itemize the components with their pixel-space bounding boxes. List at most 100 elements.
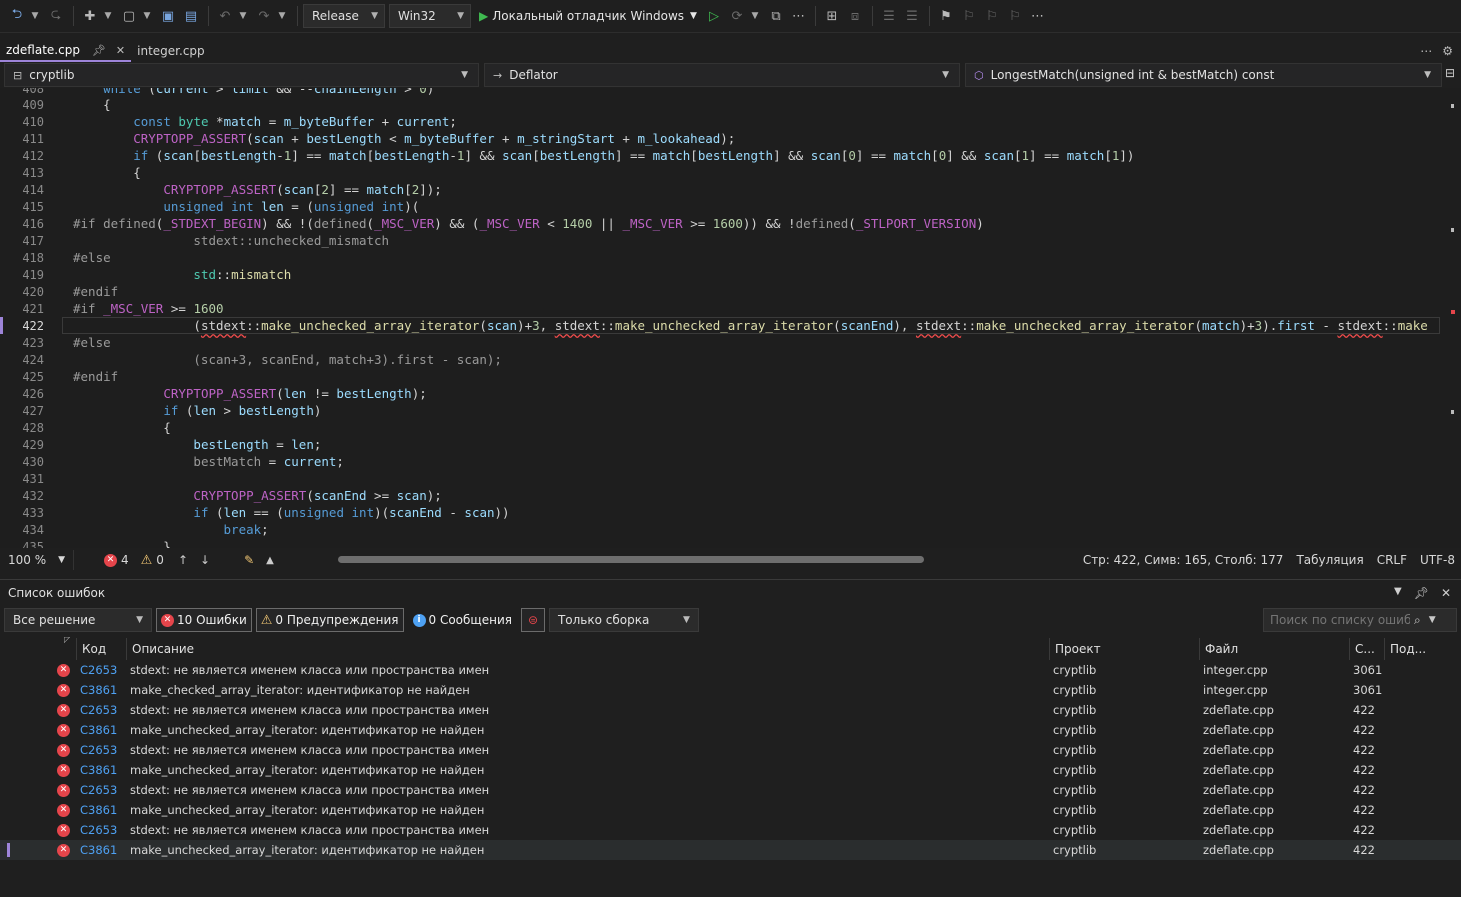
outdent-icon[interactable]: ☰ — [878, 5, 900, 27]
column-line[interactable]: С... — [1349, 638, 1375, 660]
table-row[interactable]: ✕ C3861 make_unchecked_array_iterator: и… — [0, 760, 1461, 780]
file-encoding[interactable]: UTF-8 — [1420, 553, 1455, 567]
navigate-back-icon[interactable]: ⮌ — [6, 5, 28, 27]
error-count[interactable]: ✕ 4 — [104, 553, 129, 567]
redo-dropdown[interactable]: ▼ — [276, 11, 288, 21]
split-editor-icon[interactable]: ⊟ — [1445, 66, 1455, 80]
open-file-icon[interactable]: ▢ — [118, 5, 140, 27]
configuration-select[interactable]: Release ▼ — [303, 4, 385, 28]
error-code-link[interactable]: C3861 — [80, 680, 117, 700]
hot-reload-dropdown[interactable]: ▼ — [749, 11, 761, 21]
error-search-input[interactable] — [1270, 613, 1410, 627]
table-row[interactable]: ✕ C2653 stdext: не является именем класс… — [0, 820, 1461, 840]
error-code-link[interactable]: C3861 — [80, 800, 117, 820]
start-without-debugging-icon[interactable]: ▷ — [703, 5, 725, 27]
find-icon[interactable]: ⊞ — [821, 5, 843, 27]
tab-overflow-icon[interactable]: ⋯ — [1420, 44, 1432, 58]
error-code-link[interactable]: C2653 — [80, 820, 117, 840]
build-filter-select[interactable]: Только сборка ▼ — [548, 608, 699, 632]
navigate-back-dropdown[interactable]: ▼ — [29, 11, 41, 21]
horizontal-scrollbar-thumb[interactable] — [338, 556, 924, 563]
start-debugging-button[interactable]: ▶ Локальный отладчик Windows ▼ — [479, 9, 697, 23]
tab-integer[interactable]: integer.cpp — [131, 40, 211, 62]
table-row[interactable]: ✕ C3861 make_unchecked_array_iterator: и… — [0, 720, 1461, 740]
warning-icon: ⚠ — [260, 612, 273, 628]
clear-bookmarks-icon[interactable]: ⚐ — [1004, 5, 1026, 27]
platform-select[interactable]: Win32 ▼ — [389, 4, 471, 28]
arrow-up-icon[interactable]: ↑ — [178, 553, 188, 567]
bookmark-icon[interactable]: ⚑ — [935, 5, 957, 27]
column-suppression[interactable]: Под... — [1384, 638, 1426, 660]
scope-filter-select[interactable]: Все решение ▼ — [4, 608, 152, 632]
warning-count[interactable]: ⚠ 0 — [141, 553, 164, 568]
new-project-dropdown[interactable]: ▼ — [102, 11, 114, 21]
close-icon[interactable]: ✕ — [116, 44, 125, 57]
line-number: 434 — [22, 523, 44, 537]
zoom-select[interactable]: 100 % ▼ — [0, 550, 74, 570]
chevron-down-icon: ▼ — [461, 70, 468, 80]
error-code-link[interactable]: C3861 — [80, 760, 117, 780]
column-file[interactable]: Файл — [1199, 638, 1238, 660]
table-row[interactable]: ✕ C2653 stdext: не является именем класс… — [0, 660, 1461, 680]
project-select[interactable]: ⊟ cryptlib ▼ — [4, 63, 479, 87]
table-row[interactable]: ✕ C3861 make_unchecked_array_iterator: и… — [0, 800, 1461, 820]
search-icon[interactable]: ⌕ — [1414, 613, 1421, 628]
error-code-link[interactable]: C2653 — [80, 660, 117, 680]
line-ending[interactable]: CRLF — [1377, 553, 1407, 567]
errors-filter-button[interactable]: ✕ 10 Ошибки — [156, 608, 252, 632]
close-icon[interactable]: ✕ — [1441, 586, 1451, 600]
table-row[interactable]: ✕ C3861 make_checked_array_iterator: иде… — [0, 680, 1461, 700]
arrow-down-icon[interactable]: ↓ — [200, 553, 210, 567]
messages-filter-button[interactable]: i 0 Сообщения — [408, 608, 517, 632]
warnings-filter-button[interactable]: ⚠ 0 Предупреждения — [255, 608, 404, 632]
error-code-link[interactable]: C3861 — [80, 720, 117, 740]
tab-zdeflate[interactable]: zdeflate.cpp 📌︎ ✕ — [0, 40, 132, 62]
code-text[interactable]: while (current > limit && --chainLength … — [73, 88, 1441, 548]
more-toolbar-icon[interactable]: ⋯ — [1031, 9, 1045, 24]
pin-icon[interactable]: 📌︎ — [92, 44, 106, 57]
navigate-forward-icon[interactable]: ⮎ — [45, 5, 67, 27]
chevron-down-icon[interactable]: ▼ — [1429, 615, 1436, 625]
indent-icon[interactable]: ☰ — [901, 5, 923, 27]
member-select[interactable]: ⬡ LongestMatch(unsigned int & bestMatch)… — [965, 63, 1442, 87]
column-project[interactable]: Проект — [1049, 638, 1101, 660]
table-row[interactable]: ✕ C2653 stdext: не является именем класс… — [0, 780, 1461, 800]
cursor-position[interactable]: Стр: 422, Симв: 165, Столб: 177 — [1083, 553, 1284, 567]
error-search-box[interactable]: ⌕ ▼ — [1263, 608, 1457, 632]
redo-icon[interactable]: ↷ — [253, 5, 275, 27]
error-code-link[interactable]: C2653 — [80, 740, 117, 760]
error-code-link[interactable]: C3861 — [80, 840, 117, 860]
error-code-link[interactable]: C2653 — [80, 780, 117, 800]
new-project-icon[interactable]: ✚ — [79, 5, 101, 27]
save-icon[interactable]: ▣ — [157, 5, 179, 27]
configuration-value: Release — [312, 9, 359, 23]
chevron-up-icon[interactable]: ▲ — [266, 555, 274, 566]
table-row[interactable]: ✕ C2653 stdext: не является именем класс… — [0, 740, 1461, 760]
undo-icon[interactable]: ↶ — [214, 5, 236, 27]
column-description[interactable]: Описание — [126, 638, 194, 660]
open-file-dropdown[interactable]: ▼ — [141, 11, 153, 21]
chevron-down-icon[interactable]: ▼ — [1394, 586, 1402, 600]
gear-icon[interactable]: ⚙ — [1442, 44, 1453, 58]
code-cleanup-icon[interactable]: ✎ — [244, 553, 254, 567]
browser-link-icon[interactable]: ⧉ — [765, 5, 787, 27]
table-row[interactable]: ✕ C2653 stdext: не является именем класс… — [0, 700, 1461, 720]
more-options-icon[interactable]: ⋯ — [792, 9, 806, 24]
compare-icon[interactable]: ⧈ — [844, 5, 866, 27]
next-bookmark-icon[interactable]: ⚐ — [981, 5, 1003, 27]
vertical-scrollbar[interactable] — [1451, 88, 1455, 548]
code-editor[interactable]: 408 409 410 411 412 413 414 415 416 417 … — [0, 88, 1461, 548]
save-all-icon[interactable]: ▤ — [180, 5, 202, 27]
chevron-down-icon[interactable]: ▼ — [690, 11, 697, 21]
error-file: zdeflate.cpp — [1203, 703, 1274, 717]
column-code[interactable]: Код — [76, 638, 106, 660]
prev-bookmark-icon[interactable]: ⚐ — [958, 5, 980, 27]
error-code-link[interactable]: C2653 — [80, 700, 117, 720]
filter-toggle-button[interactable]: ⊜ — [520, 608, 545, 632]
hot-reload-icon[interactable]: ⟳ — [726, 5, 748, 27]
pin-icon[interactable]: 📌︎ — [1414, 586, 1429, 600]
indent-mode[interactable]: Табуляция — [1296, 553, 1363, 567]
table-row-selected[interactable]: ✕ C3861 make_unchecked_array_iterator: и… — [0, 840, 1461, 860]
scope-select[interactable]: → Deflator ▼ — [484, 63, 960, 87]
undo-dropdown[interactable]: ▼ — [237, 11, 249, 21]
